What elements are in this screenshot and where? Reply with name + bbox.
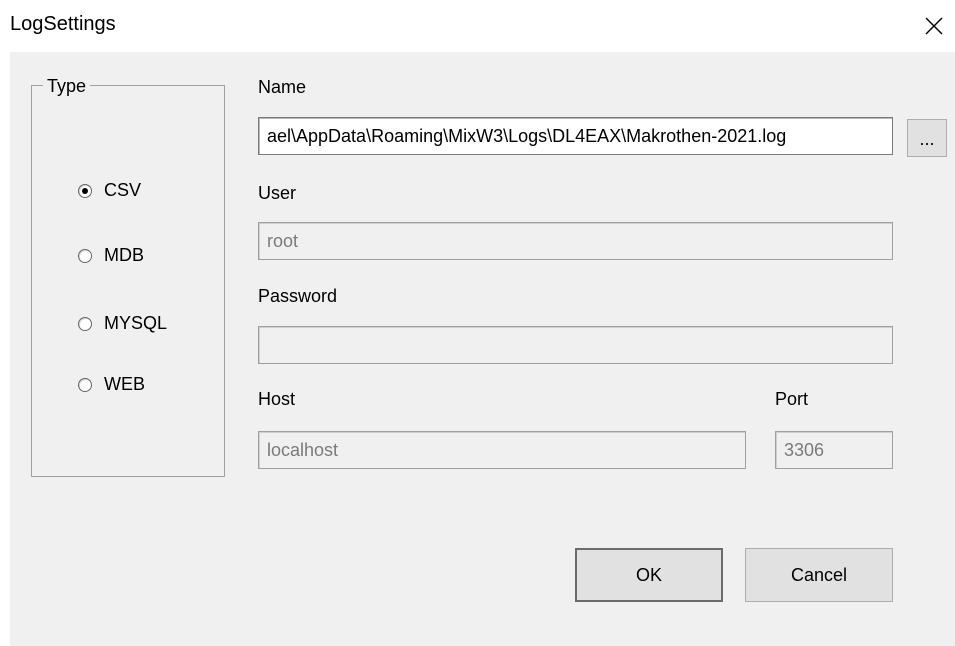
user-input[interactable]: root <box>258 222 893 260</box>
cancel-button[interactable]: Cancel <box>745 548 893 602</box>
title-bar: LogSettings <box>0 0 955 52</box>
port-label: Port <box>775 389 809 409</box>
radio-mdb-label[interactable]: MDB <box>104 245 144 266</box>
radio-selected-dot <box>82 187 88 194</box>
host-input[interactable]: localhost <box>258 431 746 469</box>
name-label: Name <box>258 77 307 97</box>
user-label: User <box>258 183 297 203</box>
radio-csv-label[interactable]: CSV <box>104 180 141 201</box>
password-input[interactable] <box>258 326 893 364</box>
browse-button[interactable]: ... <box>907 119 947 157</box>
close-icon <box>925 17 943 35</box>
close-button[interactable] <box>916 8 952 44</box>
radio-mysql-circle[interactable] <box>78 316 92 331</box>
radio-csv-circle[interactable] <box>78 183 92 198</box>
radio-mdb-circle[interactable] <box>78 248 92 263</box>
port-input[interactable]: 3306 <box>775 431 893 469</box>
name-input[interactable]: ael\AppData\Roaming\MixW3\Logs\DL4EAX\Ma… <box>258 117 893 155</box>
host-label: Host <box>258 389 296 409</box>
radio-csv[interactable]: CSV <box>78 180 141 201</box>
radio-mysql[interactable]: MYSQL <box>78 313 167 334</box>
type-groupbox-legend: Type <box>43 76 91 97</box>
window-title: LogSettings <box>10 13 116 35</box>
radio-mysql-label[interactable]: MYSQL <box>104 313 167 334</box>
radio-web-circle[interactable] <box>78 377 92 392</box>
password-label: Password <box>258 286 338 306</box>
radio-web-label[interactable]: WEB <box>104 374 145 395</box>
radio-mdb[interactable]: MDB <box>78 245 144 266</box>
radio-web[interactable]: WEB <box>78 374 145 395</box>
type-groupbox <box>31 85 225 477</box>
ok-button[interactable]: OK <box>575 548 723 602</box>
